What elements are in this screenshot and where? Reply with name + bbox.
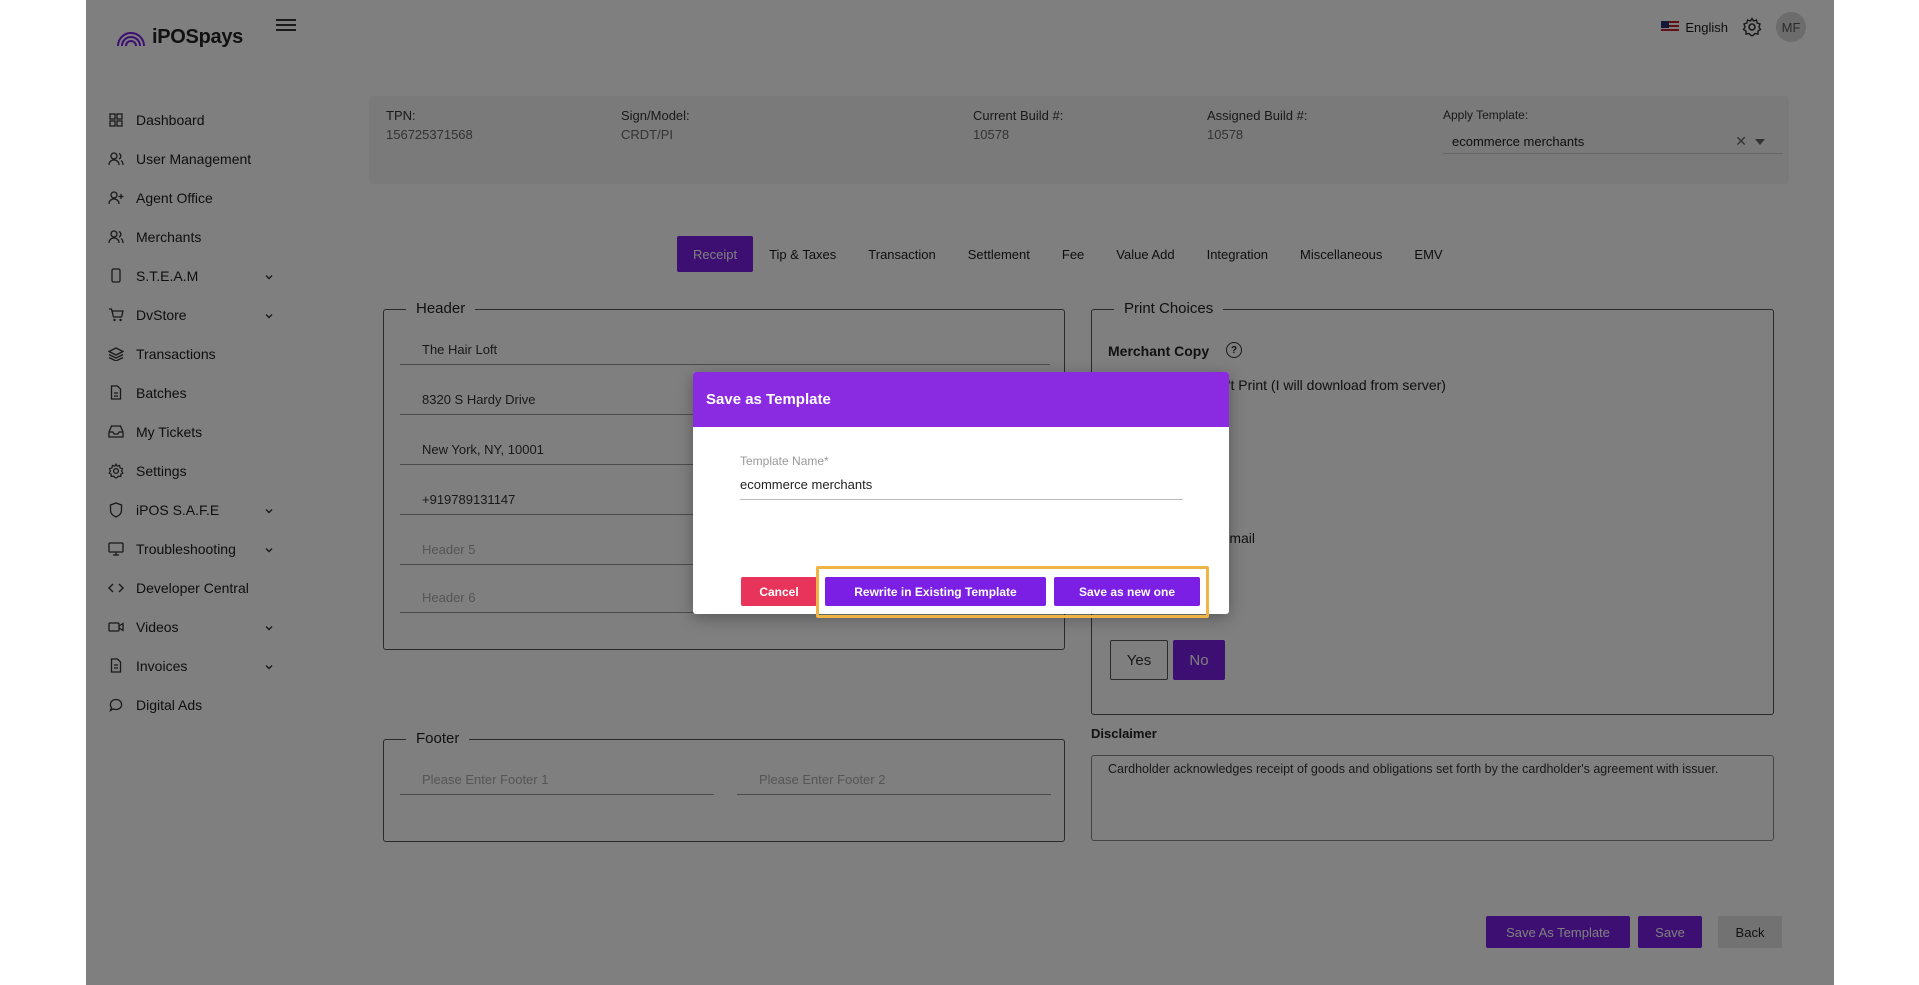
dialog-title: Save as Template (693, 372, 1229, 427)
template-name-input[interactable]: ecommerce merchants (740, 470, 1183, 500)
cancel-button[interactable]: Cancel (741, 577, 817, 606)
template-name-label: Template Name* (740, 454, 829, 468)
highlight-box (816, 566, 1209, 618)
